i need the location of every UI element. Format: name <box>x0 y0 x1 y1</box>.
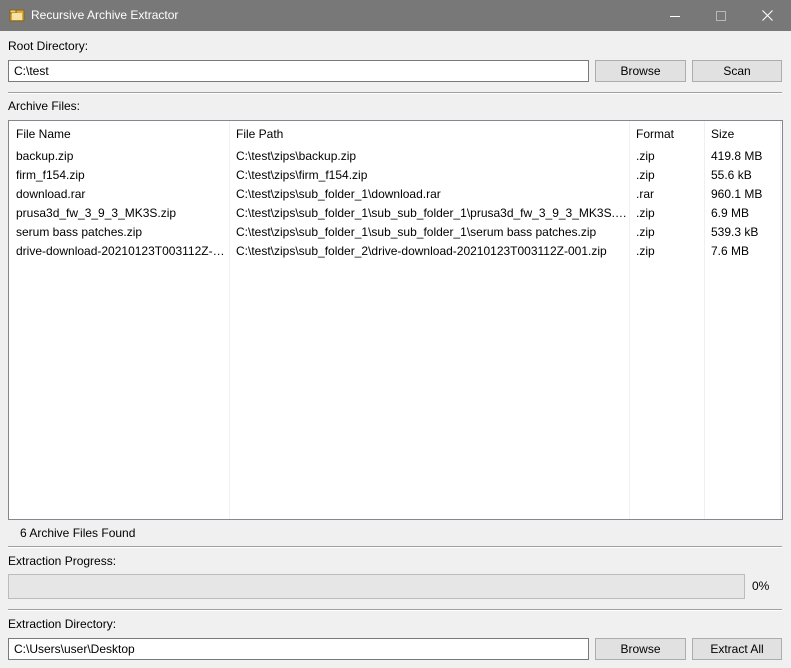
cell-file-name: backup.zip <box>16 149 74 163</box>
column-header-file-path[interactable]: File Path <box>236 127 628 141</box>
cell-file-name: drive-download-20210123T003112Z-0... <box>16 244 229 258</box>
column-header-format[interactable]: Format <box>636 127 701 141</box>
extraction-directory-label: Extraction Directory: <box>8 617 117 631</box>
cell-file-path: C:\test\zips\firm_f154.zip <box>236 168 368 182</box>
extraction-progress-label: Extraction Progress: <box>8 554 117 568</box>
maximize-button[interactable] <box>698 0 744 31</box>
extraction-directory-input[interactable] <box>8 638 589 660</box>
close-button[interactable] <box>744 0 790 31</box>
cell-file-path: C:\test\zips\sub_folder_1\download.rar <box>236 187 441 201</box>
title-bar[interactable]: Recursive Archive Extractor <box>0 0 791 31</box>
minimize-icon <box>670 15 680 17</box>
close-icon <box>761 10 773 21</box>
progress-percent: 0% <box>752 579 770 593</box>
cell-file-name: firm_f154.zip <box>16 168 85 182</box>
cell-file-name: prusa3d_fw_3_9_3_MK3S.zip <box>16 206 177 220</box>
extraction-progress-bar <box>8 574 745 599</box>
cell-format: .zip <box>636 225 655 239</box>
app-window: Recursive Archive Extractor Root Directo… <box>0 0 791 668</box>
archive-files-list[interactable]: File Name File Path Format Size backup.z… <box>8 120 783 520</box>
table-row[interactable]: backup.zip C:\test\zips\backup.zip .zip … <box>9 147 782 166</box>
cell-size: 960.1 MB <box>711 187 763 201</box>
cell-size: 55.6 kB <box>711 168 752 182</box>
list-header: File Name File Path Format Size <box>9 125 782 144</box>
cell-size: 539.3 kB <box>711 225 759 239</box>
cell-file-name: download.rar <box>16 187 86 201</box>
archive-count-status: 6 Archive Files Found <box>20 526 136 540</box>
cell-file-path: C:\test\zips\sub_folder_1\sub_sub_folder… <box>236 206 628 220</box>
root-directory-input[interactable] <box>8 60 589 82</box>
cell-file-path: C:\test\zips\backup.zip <box>236 149 357 163</box>
cell-size: 419.8 MB <box>711 149 763 163</box>
scan-button[interactable]: Scan <box>692 60 782 82</box>
divider <box>8 546 782 548</box>
cell-file-name: serum bass patches.zip <box>16 225 143 239</box>
maximize-icon <box>716 10 726 21</box>
cell-format: .zip <box>636 149 655 163</box>
folder-icon <box>9 9 25 22</box>
minimize-button[interactable] <box>652 0 698 31</box>
root-browse-button[interactable]: Browse <box>595 60 686 82</box>
divider <box>8 609 782 611</box>
cell-size: 6.9 MB <box>711 206 750 220</box>
cell-format: .rar <box>636 187 654 201</box>
table-row[interactable]: prusa3d_fw_3_9_3_MK3S.zip C:\test\zips\s… <box>9 204 782 223</box>
window-title: Recursive Archive Extractor <box>31 8 179 22</box>
cell-format: .zip <box>636 244 655 258</box>
table-row[interactable]: serum bass patches.zip C:\test\zips\sub_… <box>9 223 782 242</box>
divider <box>8 92 782 94</box>
column-header-size[interactable]: Size <box>711 127 781 141</box>
table-row[interactable]: download.rar C:\test\zips\sub_folder_1\d… <box>9 185 782 204</box>
cell-file-path: C:\test\zips\sub_folder_2\drive-download… <box>236 244 607 258</box>
cell-size: 7.6 MB <box>711 244 750 258</box>
cell-file-path: C:\test\zips\sub_folder_1\sub_sub_folder… <box>236 225 597 239</box>
root-directory-label: Root Directory: <box>8 39 89 53</box>
archive-files-label: Archive Files: <box>8 99 81 113</box>
extract-all-button[interactable]: Extract All <box>692 638 782 660</box>
cell-format: .zip <box>636 206 655 220</box>
table-row[interactable]: firm_f154.zip C:\test\zips\firm_f154.zip… <box>9 166 782 185</box>
table-row[interactable]: drive-download-20210123T003112Z-0... C:\… <box>9 242 782 261</box>
column-header-file-name[interactable]: File Name <box>16 127 229 141</box>
extraction-browse-button[interactable]: Browse <box>595 638 686 660</box>
cell-format: .zip <box>636 168 655 182</box>
